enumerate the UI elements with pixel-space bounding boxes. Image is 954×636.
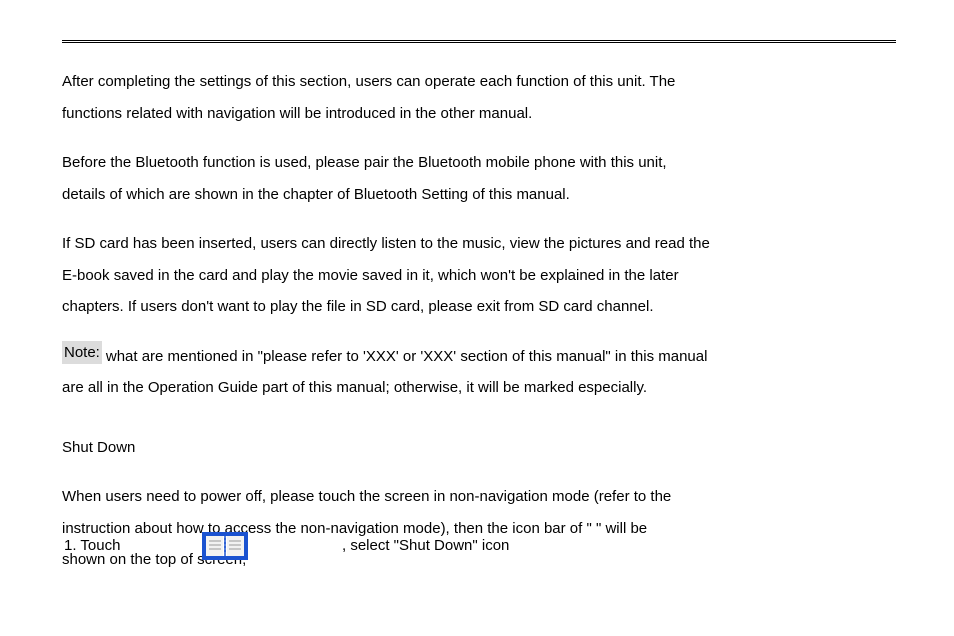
paragraph-line: E-book saved in the card and play the mo… bbox=[62, 260, 896, 292]
note-text: what are mentioned in "please refer to '… bbox=[106, 341, 708, 373]
paragraph-line: After completing the settings of this se… bbox=[62, 66, 896, 98]
document-page: After completing the settings of this se… bbox=[0, 0, 954, 636]
paragraph-line: functions related with navigation will b… bbox=[62, 98, 896, 130]
note-block: Note: what are mentioned in "please refe… bbox=[62, 341, 896, 373]
step-icon-wrap bbox=[202, 532, 342, 560]
header-rule bbox=[62, 40, 896, 43]
paragraph-line: chapters. If users don't want to play th… bbox=[62, 291, 896, 323]
step-row: 1. Touch , select "Shut Down" icon bbox=[62, 532, 896, 560]
body-content: After completing the settings of this se… bbox=[62, 66, 896, 576]
book-icon bbox=[202, 532, 248, 560]
paragraph-line: Before the Bluetooth function is used, p… bbox=[62, 147, 896, 179]
paragraph-line: are all in the Operation Guide part of t… bbox=[62, 372, 896, 404]
note-label: Note: bbox=[62, 341, 102, 364]
step-text: , select "Shut Down" icon bbox=[342, 534, 896, 558]
paragraph-line: details of which are shown in the chapte… bbox=[62, 179, 896, 211]
step-number-text: 1. Touch bbox=[62, 534, 202, 558]
section-heading: Shut Down bbox=[62, 432, 896, 464]
paragraph-line: When users need to power off, please tou… bbox=[62, 481, 896, 513]
paragraph-line: If SD card has been inserted, users can … bbox=[62, 228, 896, 260]
